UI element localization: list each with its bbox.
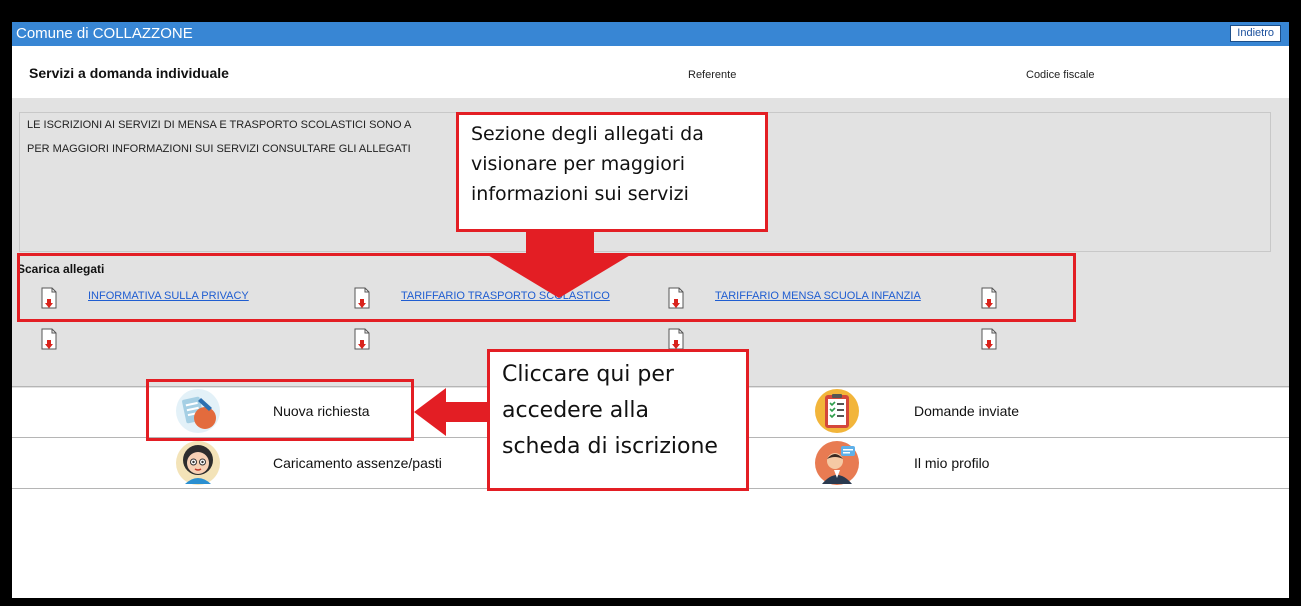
annotation-request-note: Cliccare qui per accedere alla scheda di… [487,349,749,491]
pdf-download-icon[interactable] [667,328,685,350]
annotation-highlight-new-request [146,379,414,441]
annotation-text: Sezione degli allegati da [471,123,704,145]
annotation-text: Cliccare qui per [502,362,674,387]
absences-meals-label[interactable]: Caricamento assenze/pasti [273,455,442,471]
notice-line: PER MAGGIORI INFORMAZIONI SUI SERVIZI CO… [27,143,411,155]
sent-requests-icon[interactable] [814,388,860,434]
annotation-arrow-left [414,388,494,436]
section-header: Servizi a domanda individuale Referente … [12,46,1289,98]
referente-label: Referente [688,69,737,81]
codice-fiscale-label: Codice fiscale [1026,69,1095,81]
absences-meals-icon[interactable] [175,440,221,486]
annotation-attachments-note: Sezione degli allegati da visionare per … [456,112,768,232]
back-button[interactable]: Indietro [1230,25,1281,42]
profile-icon[interactable] [814,440,860,486]
notice-line: LE ISCRIZIONI AI SERVIZI DI MENSA E TRAS… [27,119,412,131]
top-bar: Comune di COLLAZZONE Indietro [12,22,1289,46]
sent-requests-label[interactable]: Domande inviate [914,403,1019,419]
page-title: Servizi a domanda individuale [29,65,229,81]
annotation-text: informazioni sui servizi [471,183,689,205]
pdf-download-icon[interactable] [40,328,58,350]
profile-label[interactable]: Il mio profilo [914,455,989,471]
annotation-text: accedere alla [502,398,649,423]
app-window: Comune di COLLAZZONE Indietro Servizi a … [12,22,1289,598]
annotation-highlight-attachments [17,253,1076,322]
pdf-download-icon[interactable] [353,328,371,350]
annotation-text: scheda di iscrizione [502,434,718,459]
annotation-text: visionare per maggiori [471,153,686,175]
pdf-download-icon[interactable] [980,328,998,350]
app-title: Comune di COLLAZZONE [16,25,193,42]
